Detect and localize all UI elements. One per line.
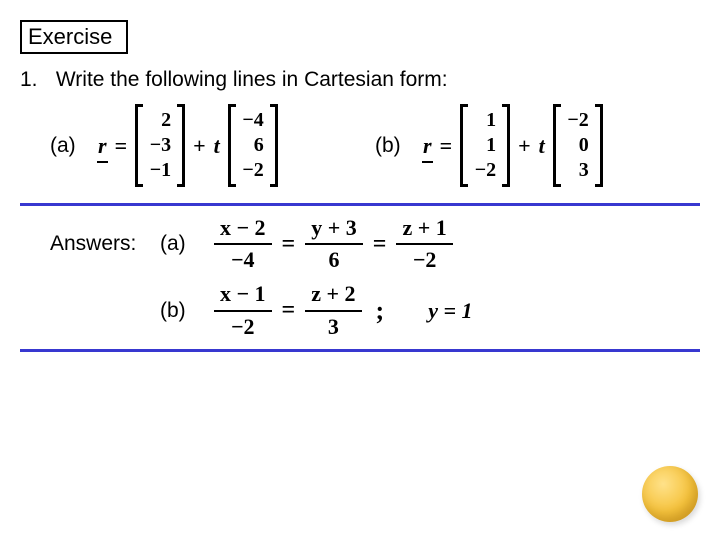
question-line: 1. Write the following lines in Cartesia…	[20, 68, 700, 92]
answer-b-extra: y = 1	[428, 298, 472, 324]
answers-block: Answers: (a) x − 2 −4 = y + 3 6 = z + 1 …	[20, 216, 700, 339]
question-number: 1.	[20, 68, 50, 92]
vector-a-start: 2 −3 −1	[135, 104, 185, 187]
equals-sign: =	[373, 231, 387, 258]
question-parts: (a) r = 2 −3 −1 + t −4 6 −2	[20, 98, 700, 197]
vec-entry: 3	[567, 158, 589, 183]
vector-a-dir: −4 6 −2	[228, 104, 278, 187]
vec-entry: 1	[474, 133, 496, 158]
bracket-right-icon	[595, 104, 603, 187]
vec-entry: −1	[149, 158, 171, 183]
part-a-equation: r = 2 −3 −1 + t −4 6 −2	[98, 104, 278, 187]
equals-sign: =	[115, 133, 128, 159]
bracket-right-icon	[177, 104, 185, 187]
vec-entry: 6	[242, 133, 264, 158]
equals-sign: =	[282, 297, 296, 324]
part-a-label: (a)	[50, 134, 84, 158]
answer-b-row: (b) x − 1 −2 = z + 2 3 ; y = 1	[20, 282, 700, 338]
vec-entry: 2	[149, 108, 171, 133]
bracket-left-icon	[553, 104, 561, 187]
vec-entry: −2	[242, 158, 264, 183]
question-text: Write the following lines in Cartesian f…	[56, 68, 448, 91]
vector-b-dir: −2 0 3	[553, 104, 603, 187]
frac-num: z + 2	[305, 282, 361, 306]
part-b-equation: r = 1 1 −2 + t −2 0 3	[423, 104, 603, 187]
fraction-bar-icon	[214, 310, 272, 312]
fraction: x − 1 −2	[214, 282, 272, 338]
fraction: z + 1 −2	[396, 216, 452, 272]
r-variable: r	[423, 133, 432, 159]
fraction-bar-icon	[214, 243, 272, 245]
plus-sign: +	[193, 133, 206, 159]
answer-a-equation: x − 2 −4 = y + 3 6 = z + 1 −2	[214, 216, 453, 272]
t-variable: t	[214, 133, 220, 159]
frac-den: −2	[225, 315, 261, 339]
equals-sign: =	[282, 231, 296, 258]
t-variable: t	[539, 133, 545, 159]
plus-sign: +	[518, 133, 531, 159]
divider	[20, 203, 700, 206]
answers-heading: Answers:	[50, 232, 142, 256]
fraction: x − 2 −4	[214, 216, 272, 272]
vector-b-start: 1 1 −2	[460, 104, 510, 187]
part-a: (a) r = 2 −3 −1 + t −4 6 −2	[20, 104, 375, 187]
frac-den: −2	[407, 248, 443, 272]
vec-entry: 0	[567, 133, 589, 158]
r-variable: r	[98, 133, 107, 159]
answer-b-label: (b)	[160, 299, 196, 323]
frac-num: y + 3	[305, 216, 363, 240]
frac-num: x − 2	[214, 216, 272, 240]
bracket-right-icon	[502, 104, 510, 187]
fraction-bar-icon	[396, 243, 452, 245]
vec-entry: −3	[149, 133, 171, 158]
frac-den: 3	[322, 315, 345, 339]
bracket-left-icon	[460, 104, 468, 187]
fraction: y + 3 6	[305, 216, 363, 272]
vec-entry: −2	[474, 158, 496, 183]
answer-a-row: Answers: (a) x − 2 −4 = y + 3 6 = z + 1 …	[20, 216, 700, 272]
frac-den: 6	[323, 248, 346, 272]
bracket-left-icon	[228, 104, 236, 187]
semicolon: ;	[372, 296, 385, 326]
decorative-gold-circle-icon	[642, 466, 698, 522]
vec-entry: −4	[242, 108, 264, 133]
part-b-label: (b)	[375, 134, 409, 158]
vec-entry: −2	[567, 108, 589, 133]
fraction: z + 2 3	[305, 282, 361, 338]
answer-b-equation: x − 1 −2 = z + 2 3 ; y = 1	[214, 282, 473, 338]
divider	[20, 349, 700, 352]
frac-num: x − 1	[214, 282, 272, 306]
frac-den: −4	[225, 248, 261, 272]
exercise-title: Exercise	[28, 24, 112, 49]
equals-sign: =	[440, 133, 453, 159]
answer-a-label: (a)	[160, 232, 196, 256]
frac-num: z + 1	[396, 216, 452, 240]
fraction-bar-icon	[305, 310, 361, 312]
bracket-right-icon	[270, 104, 278, 187]
fraction-bar-icon	[305, 243, 363, 245]
part-b: (b) r = 1 1 −2 + t −2 0 3	[375, 104, 700, 187]
exercise-title-box: Exercise	[20, 20, 128, 54]
vec-entry: 1	[474, 108, 496, 133]
bracket-left-icon	[135, 104, 143, 187]
